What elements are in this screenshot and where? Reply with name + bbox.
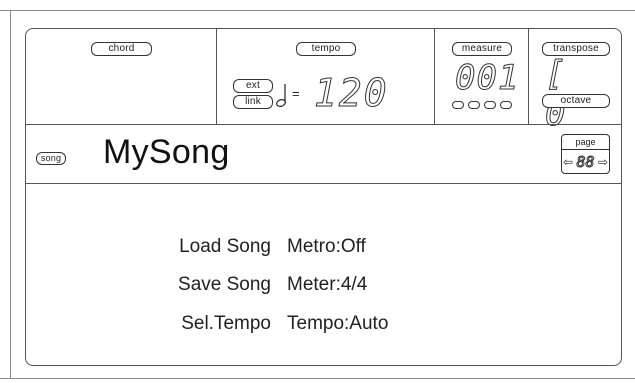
tempo-label: tempo bbox=[296, 42, 356, 56]
beat-indicators bbox=[452, 101, 514, 111]
measure-value: 001 bbox=[454, 58, 520, 99]
page-indicator[interactable]: page ⇦ 88 ⇨ bbox=[561, 134, 610, 174]
menu-item-load-song[interactable]: Load Song bbox=[179, 236, 271, 258]
tempo-segment[interactable]: tempo ext link = 120 bbox=[217, 28, 435, 124]
page-label: page bbox=[575, 137, 596, 147]
page-divider bbox=[562, 149, 609, 150]
arrow-right-icon[interactable]: ⇨ bbox=[598, 154, 608, 170]
song-mode-label: song bbox=[36, 152, 66, 165]
menu-item-tempo[interactable]: Tempo:Auto bbox=[287, 313, 388, 335]
page-number: 88 bbox=[576, 152, 595, 171]
beat-dot bbox=[452, 101, 464, 109]
song-name: MySong bbox=[103, 133, 230, 171]
frame-top-rule bbox=[0, 10, 635, 11]
ext-indicator: ext bbox=[233, 79, 273, 93]
menu-item-metro[interactable]: Metro:Off bbox=[287, 236, 366, 258]
menu-item-meter[interactable]: Meter:4/4 bbox=[287, 274, 367, 296]
menu-item-save-song[interactable]: Save Song bbox=[178, 274, 271, 296]
transpose-segment: transpose [ 0 octave bbox=[529, 28, 622, 135]
octave-label: octave bbox=[542, 94, 610, 108]
arrow-left-icon[interactable]: ⇦ bbox=[563, 154, 573, 170]
tempo-value: 120 bbox=[314, 71, 389, 116]
title-band: song MySong page ⇦ 88 ⇨ bbox=[25, 124, 622, 184]
measure-label: measure bbox=[452, 42, 512, 56]
beat-dot bbox=[484, 101, 496, 109]
beat-dot bbox=[468, 101, 480, 109]
chord-label: chord bbox=[91, 42, 152, 56]
measure-segment: measure 001 bbox=[435, 28, 529, 124]
chord-segment: chord bbox=[25, 28, 217, 124]
frame-left-rule bbox=[10, 10, 11, 378]
menu-item-sel-tempo[interactable]: Sel.Tempo bbox=[181, 313, 271, 335]
quarter-note-icon bbox=[276, 84, 286, 107]
link-indicator: link bbox=[233, 95, 273, 109]
beat-dot bbox=[500, 101, 512, 109]
equals-sign: = bbox=[292, 86, 300, 101]
frame-bottom-rule bbox=[0, 378, 635, 379]
